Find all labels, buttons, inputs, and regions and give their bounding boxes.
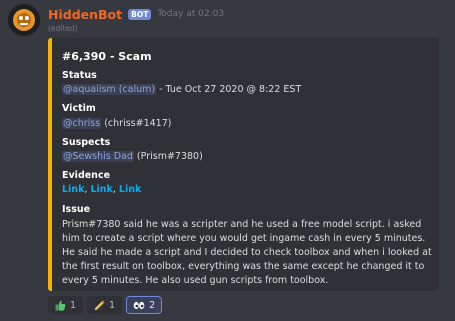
username[interactable]: HiddenBot bbox=[48, 7, 122, 22]
bot-tag: BOT bbox=[128, 8, 152, 20]
suspects-field-value: @Sewshis Dad (Prism#7380) bbox=[62, 151, 203, 162]
bot-avatar[interactable] bbox=[8, 4, 40, 36]
eyes-icon bbox=[133, 301, 145, 309]
reactions-bar: 1 1 2 bbox=[48, 296, 163, 314]
issue-field-value: Prism#7380 said he was a scripter and he… bbox=[62, 219, 432, 286]
suspects-text: (Prism#7380) bbox=[133, 151, 203, 162]
bot-avatar-icon bbox=[8, 4, 40, 36]
status-text: - Tue Oct 27 2020 @ 8:22 EST bbox=[156, 84, 302, 95]
victim-field-value: @chriss (chriss#1417) bbox=[62, 118, 171, 129]
reaction-eyes[interactable]: 2 bbox=[126, 296, 163, 314]
timestamp[interactable]: Today at 02:03 bbox=[157, 9, 224, 19]
victim-mention[interactable]: @chriss bbox=[62, 118, 102, 129]
suspects-field-name: Suspects bbox=[62, 137, 111, 148]
reaction-thumbs-up[interactable]: 1 bbox=[48, 296, 84, 314]
reaction-count: 1 bbox=[109, 299, 116, 311]
reaction-count: 1 bbox=[70, 299, 77, 311]
thumbs-up-icon bbox=[55, 300, 66, 311]
case-embed: #6,390 - Scam Status @aquaiism (calum) -… bbox=[48, 38, 439, 291]
evidence-link-3[interactable]: Link bbox=[119, 184, 141, 195]
evidence-field-value: Link, Link, Link bbox=[62, 184, 142, 195]
evidence-link-2[interactable]: Link bbox=[90, 184, 112, 195]
evidence-link-1[interactable]: Link bbox=[62, 184, 84, 195]
reaction-pencil[interactable]: 1 bbox=[87, 296, 123, 314]
evidence-field-name: Evidence bbox=[62, 170, 111, 181]
suspects-mention[interactable]: @Sewshis Dad bbox=[62, 151, 134, 162]
status-field-value: @aquaiism (calum) - Tue Oct 27 2020 @ 8:… bbox=[62, 84, 301, 95]
status-mention[interactable]: @aquaiism (calum) bbox=[62, 84, 157, 95]
reaction-count: 2 bbox=[149, 299, 156, 311]
issue-field-name: Issue bbox=[62, 204, 91, 215]
victim-text: (chriss#1417) bbox=[101, 118, 172, 129]
victim-field-name: Victim bbox=[62, 103, 96, 114]
pencil-icon bbox=[95, 299, 105, 310]
status-field-name: Status bbox=[62, 70, 97, 81]
embed-title: #6,390 - Scam bbox=[62, 50, 152, 63]
edited-label: (edited) bbox=[48, 24, 78, 33]
message-header: HiddenBot BOT Today at 02:03 bbox=[48, 6, 224, 22]
